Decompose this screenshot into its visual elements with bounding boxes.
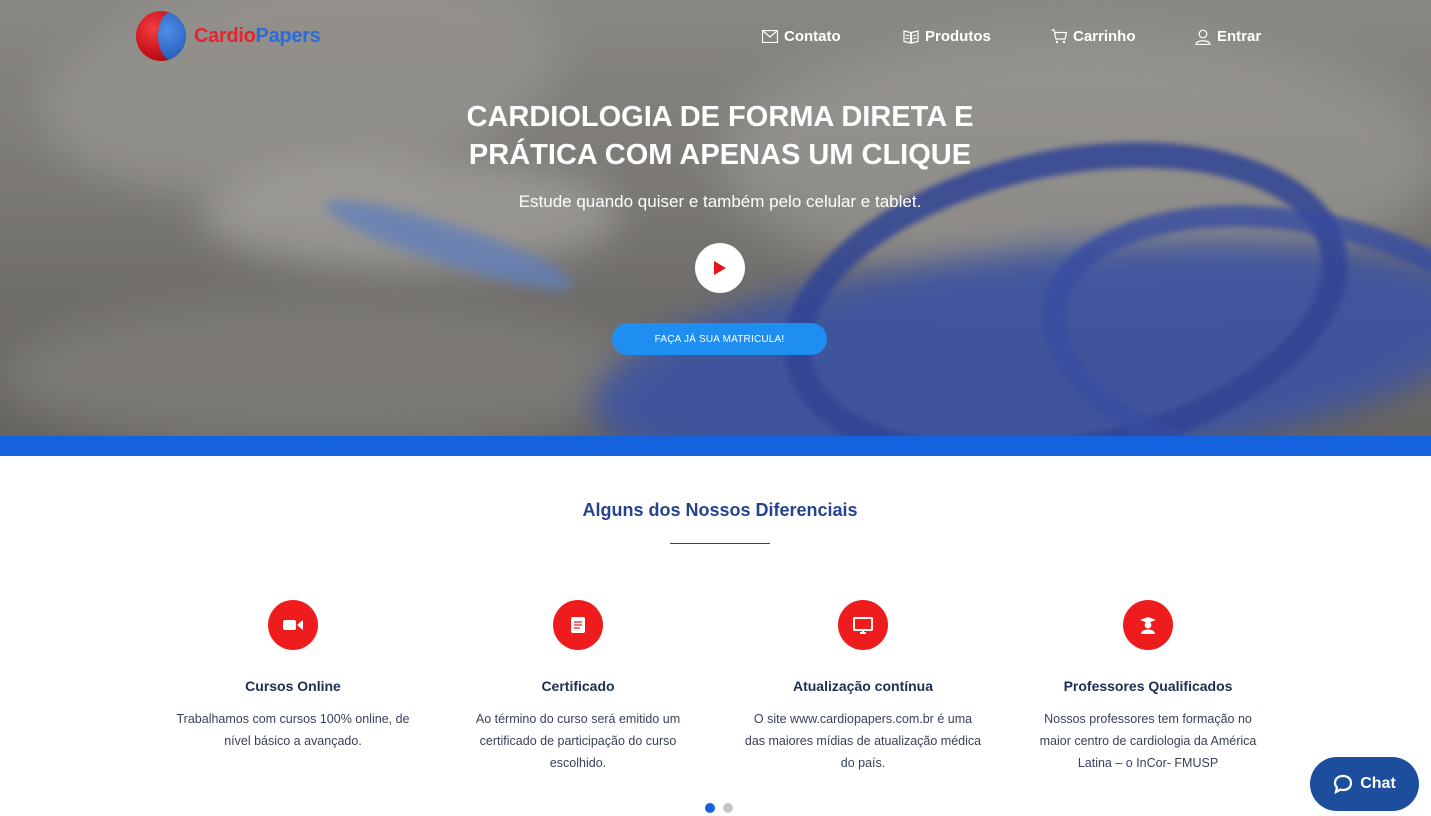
chat-button[interactable]: Chat (1310, 757, 1419, 811)
hero-banner (0, 0, 1431, 436)
enroll-button[interactable]: FAÇA JÁ SUA MATRICULA! (612, 323, 827, 355)
nav-entrar-label: Entrar (1217, 28, 1262, 45)
logo-globe-icon (136, 11, 186, 61)
feature-card: Certificado Ao término do curso será emi… (458, 600, 698, 774)
chat-label: Chat (1360, 775, 1396, 792)
chat-bubble-icon (1334, 774, 1353, 794)
carousel-dot[interactable] (705, 803, 715, 813)
feature-description: O site www.cardiopapers.com.br é uma das… (744, 712, 982, 770)
feature-description: Trabalhamos com cursos 100% online, de n… (176, 712, 410, 748)
user-icon (1195, 29, 1211, 45)
carousel-pagination (705, 803, 733, 813)
feature-card: Atualização contínua O site www.cardiopa… (743, 600, 983, 774)
feature-title: Atualização contínua (792, 678, 934, 694)
hero-subtitle: Estude quando quiser e também pelo celul… (518, 192, 922, 211)
feature-card: Cursos Online Trabalhamos com cursos 100… (173, 600, 413, 752)
nav-entrar[interactable]: Entrar (1195, 28, 1261, 45)
hero-divider-bar (0, 436, 1431, 456)
feature-card: Professores Qualificados Nossos professo… (1028, 600, 1268, 774)
feature-title: Professores Qualificados (1063, 678, 1233, 694)
graduate-icon (1123, 600, 1173, 650)
section-title: Alguns dos Nossos Diferenciais (582, 500, 858, 520)
play-icon (714, 261, 726, 275)
nav-carrinho[interactable]: Carrinho (1051, 28, 1136, 45)
book-icon (903, 30, 919, 44)
carousel-dot[interactable] (723, 803, 733, 813)
hero-title: CARDIOLOGIA DE FORMA DIRETA E PRÁTICA CO… (466, 101, 974, 171)
feature-title: Certificado (541, 678, 615, 694)
book-icon (553, 600, 603, 650)
nav-contato[interactable]: Contato (762, 28, 841, 45)
envelope-icon (762, 30, 778, 43)
nav-contato-label: Contato (784, 28, 841, 45)
feature-description: Ao término do curso será emitido um cert… (475, 712, 681, 770)
section-title-underline (670, 543, 770, 544)
logo-text: CardioPapers (194, 24, 321, 47)
feature-description: Nossos professores tem formação no maior… (1039, 712, 1257, 770)
nav-produtos[interactable]: Produtos (903, 28, 991, 45)
monitor-icon (838, 600, 888, 650)
nav-carrinho-label: Carrinho (1073, 28, 1136, 45)
cart-icon (1051, 29, 1067, 44)
video-camera-icon (268, 600, 318, 650)
nav-produtos-label: Produtos (925, 28, 991, 45)
play-video-button[interactable] (695, 243, 745, 293)
feature-title: Cursos Online (245, 678, 341, 694)
site-logo[interactable]: CardioPapers (136, 11, 321, 61)
